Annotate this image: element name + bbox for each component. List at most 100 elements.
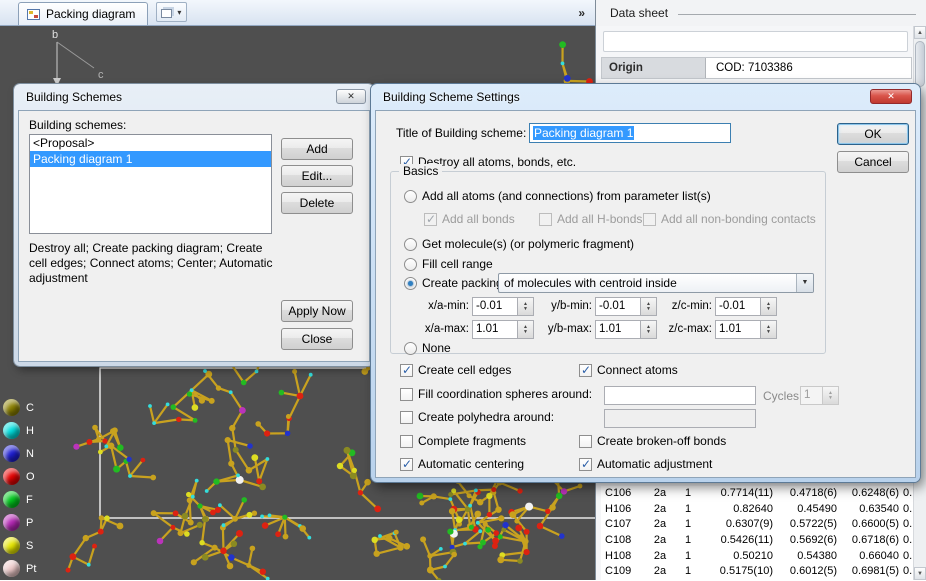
fill-coordination-checkbox[interactable]: Fill coordination spheres around: (400, 387, 592, 401)
legend-item-P[interactable]: P (3, 511, 36, 534)
create-polyhedra-checkbox[interactable]: Create polyhedra around: (400, 410, 554, 424)
checkbox-icon (579, 458, 592, 471)
complete-fragments-checkbox[interactable]: Complete fragments (400, 434, 526, 448)
checkbox-label: Complete fragments (418, 434, 526, 448)
table-cell: H106 (601, 502, 645, 518)
cycles-spinner[interactable]: 1 ▲▼ (800, 386, 839, 405)
add-nonbonding-checkbox[interactable]: Add all non-bonding contacts (643, 212, 816, 226)
close-icon[interactable]: ✕ (870, 89, 912, 104)
list-item[interactable]: <Proposal> (30, 135, 271, 151)
connect-atoms-checkbox[interactable]: Connect atoms (579, 363, 678, 377)
yb-max-input[interactable]: 1.01 ▲▼ (595, 320, 657, 339)
table-cell: 0.54380 (777, 549, 841, 565)
table-cell: 0. (903, 486, 913, 502)
edit-button[interactable]: Edit... (281, 165, 353, 187)
table-row[interactable]: H1082a10.502100.543800.660400. (601, 549, 913, 565)
get-molecules-radio[interactable]: Get molecule(s) (or polymeric fragment) (404, 237, 634, 251)
checkbox-label: Automatic centering (418, 457, 524, 471)
cancel-button[interactable]: Cancel (837, 151, 909, 173)
range-label-xa-max: x/a-max: (409, 323, 469, 335)
table-row[interactable]: C1062a10.7714(11)0.4718(6)0.6248(6)0. (601, 486, 913, 502)
list-item-selected[interactable]: Packing diagram 1 (30, 151, 271, 167)
spinner-buttons[interactable]: ▲▼ (760, 320, 777, 339)
close-icon[interactable]: ✕ (336, 89, 366, 104)
range-label-yb-max: y/b-max: (532, 323, 592, 335)
table-cell: 2a (645, 486, 675, 502)
radio-label: Get molecule(s) (or polymeric fragment) (422, 237, 634, 251)
table-row[interactable]: C1082a10.5426(11)0.5692(6)0.6718(6)0. (601, 533, 913, 549)
table-cell: 0. (903, 564, 913, 580)
table-cell: H108 (601, 549, 645, 565)
table-row[interactable]: H1062a10.826400.454900.635400. (601, 502, 913, 518)
automatic-adjustment-checkbox[interactable]: Automatic adjustment (579, 457, 712, 471)
packing-mode-dropdown[interactable]: of molecules with centroid inside ▼ (498, 273, 814, 293)
element-symbol: H (26, 425, 34, 437)
tab-overflow-button[interactable]: » (578, 6, 595, 20)
radio-icon (404, 238, 417, 251)
range-label-yb-min: y/b-min: (532, 300, 592, 312)
scroll-up-button[interactable]: ▲ (914, 26, 926, 39)
atom-ball-icon (3, 445, 20, 462)
range-label-xa-min: x/a-min: (409, 300, 469, 312)
fill-cell-range-radio[interactable]: Fill cell range (404, 257, 493, 271)
table-row[interactable]: C1072a10.6307(9)0.5722(5)0.6600(5)0. (601, 517, 913, 533)
table-cell: 2a (645, 564, 675, 580)
coordination-spheres-input[interactable] (604, 386, 756, 405)
legend-item-N[interactable]: N (3, 442, 36, 465)
table-row[interactable]: C1092a10.5175(10)0.6012(5)0.6981(5)0. (601, 564, 913, 580)
spinner-buttons[interactable]: ▲▼ (822, 386, 839, 405)
new-view-dropdown-button[interactable]: ▾ (156, 2, 187, 22)
dropdown-value: of molecules with centroid inside (499, 274, 796, 292)
yb-min-input[interactable]: -0.01 ▲▼ (595, 297, 657, 316)
radio-icon (404, 258, 417, 271)
zc-min-input[interactable]: -0.01 ▲▼ (715, 297, 777, 316)
group-label: Basics (399, 164, 442, 178)
zc-max-input[interactable]: 1.01 ▲▼ (715, 320, 777, 339)
checkbox-icon (400, 435, 413, 448)
checkbox-label: Add all bonds (442, 212, 515, 226)
datasheet-header: Data sheet (596, 0, 926, 26)
broken-off-bonds-checkbox[interactable]: Create broken-off bonds (579, 434, 726, 448)
ok-button[interactable]: OK (837, 123, 909, 145)
table-cell: 1 (675, 564, 701, 580)
scroll-thumb[interactable] (915, 41, 925, 87)
schemes-listbox[interactable]: <Proposal> Packing diagram 1 (29, 134, 272, 234)
xa-max-input[interactable]: 1.01 ▲▼ (472, 320, 534, 339)
legend-item-O[interactable]: O (3, 465, 36, 488)
automatic-centering-checkbox[interactable]: Automatic centering (400, 457, 524, 471)
add-button[interactable]: Add (281, 138, 353, 160)
create-packing-radio[interactable]: Create packing (404, 276, 503, 290)
polyhedra-input[interactable] (604, 409, 756, 428)
checkbox-icon (400, 458, 413, 471)
add-all-hbonds-checkbox[interactable]: Add all H-bonds (539, 212, 642, 226)
scroll-down-button[interactable]: ▼ (914, 567, 926, 580)
table-cell: 0.7714(11) (701, 486, 777, 502)
diagram-icon (27, 9, 40, 20)
none-radio[interactable]: None (404, 341, 451, 355)
checkbox-icon (400, 364, 413, 377)
create-cell-edges-checkbox[interactable]: Create cell edges (400, 363, 511, 377)
xa-min-input[interactable]: -0.01 ▲▼ (472, 297, 534, 316)
svg-text:b: b (52, 29, 58, 41)
origin-label: Origin (602, 58, 706, 78)
spinner-buttons[interactable]: ▲▼ (760, 297, 777, 316)
add-all-bonds-checkbox[interactable]: Add all bonds (424, 212, 515, 226)
apply-now-button[interactable]: Apply Now (281, 300, 353, 322)
input-value: -0.01 (715, 297, 760, 316)
delete-button[interactable]: Delete (281, 192, 353, 214)
input-value: -0.01 (595, 297, 640, 316)
scheme-title-input[interactable]: Packing diagram 1 (529, 123, 731, 143)
element-symbol: C (26, 402, 34, 414)
tab-packing-diagram[interactable]: Packing diagram (18, 2, 148, 25)
legend-item-F[interactable]: F (3, 488, 36, 511)
legend-item-S[interactable]: S (3, 534, 36, 557)
legend-item-C[interactable]: C (3, 396, 36, 419)
element-symbol: S (26, 540, 33, 552)
chevron-down-icon: ▾ (177, 8, 181, 17)
legend-item-H[interactable]: H (3, 419, 36, 442)
checkbox-label: Create polyhedra around: (418, 410, 554, 424)
table-cell: 0. (903, 549, 913, 565)
legend-item-Pt[interactable]: Pt (3, 557, 36, 580)
close-button[interactable]: Close (281, 328, 353, 350)
add-all-atoms-radio[interactable]: Add all atoms (and connections) from par… (404, 189, 711, 203)
